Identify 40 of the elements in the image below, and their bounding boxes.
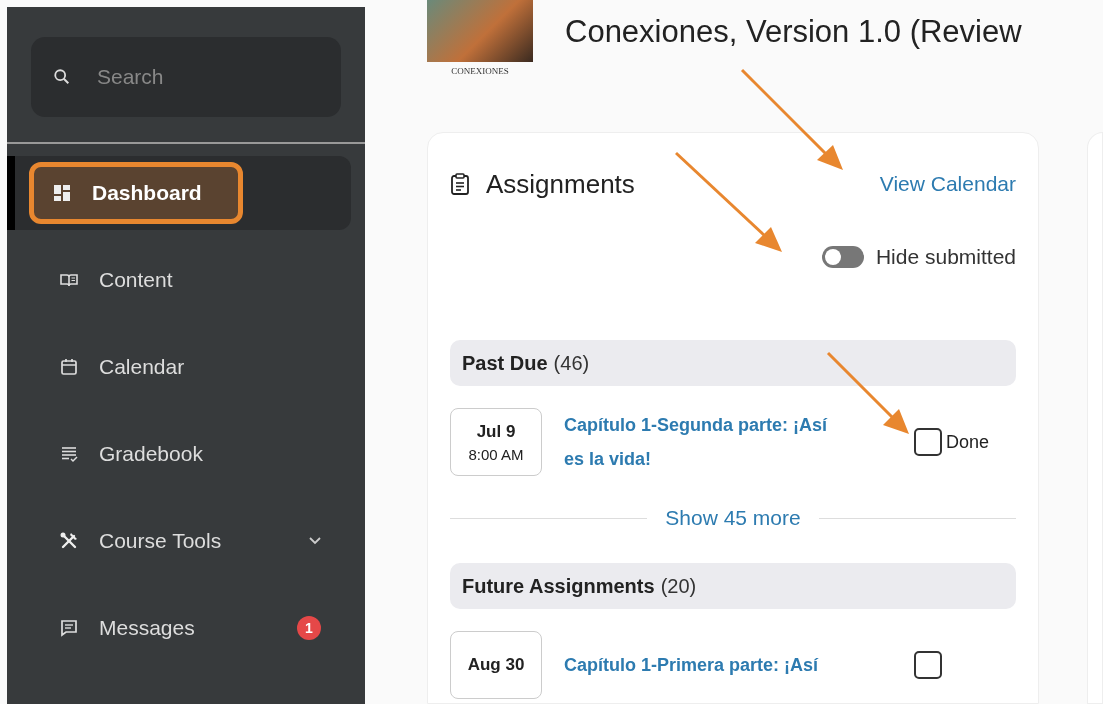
- card-title: Assignments: [486, 168, 635, 200]
- nav-label: Calendar: [99, 355, 185, 379]
- calendar-icon: [59, 357, 79, 377]
- nav-item[interactable]: Course Tools: [7, 504, 351, 578]
- nav-item[interactable]: Gradebook: [7, 417, 351, 491]
- search-icon: [53, 68, 71, 86]
- nav-item[interactable]: Messages 1: [7, 591, 351, 665]
- nav-label: Gradebook: [99, 442, 203, 466]
- due-day: Aug 30: [467, 655, 525, 675]
- done-checkbox[interactable]: [914, 651, 942, 679]
- nav-label: Dashboard: [92, 181, 202, 205]
- nav-item[interactable]: Content: [7, 243, 351, 317]
- done-label: Done: [946, 431, 990, 453]
- nav-label: Content: [99, 268, 173, 292]
- due-time: 8:00 AM: [468, 445, 524, 463]
- search-field[interactable]: Search: [95, 64, 299, 90]
- checklist-icon: [59, 444, 79, 464]
- group-count: (20): [660, 574, 697, 598]
- assignment-link[interactable]: Capítulo 1-Segunda parte: ¡Así es la vida!: [564, 408, 844, 476]
- show-more-link[interactable]: Show 45 more: [665, 506, 801, 530]
- view-calendar-link[interactable]: View Calendar: [879, 172, 1016, 196]
- group-count: (46): [553, 351, 590, 375]
- message-icon: [59, 618, 79, 638]
- assignment-link[interactable]: Capítulo 1-Primera parte: ¡Así: [564, 648, 844, 682]
- logo-caption: CONEXIONES: [451, 66, 509, 76]
- nav-label: Course Tools: [99, 529, 222, 553]
- dashboard-icon: [52, 183, 72, 203]
- clipboard-icon: [450, 173, 470, 195]
- group-name: Past Due: [462, 351, 548, 375]
- course-title: Conexiones, Version 1.0 (Review: [565, 14, 1022, 50]
- due-day: Jul 9: [476, 421, 516, 442]
- nav-label: Messages: [99, 616, 195, 640]
- done-checkbox[interactable]: [914, 428, 942, 456]
- group-name: Future Assignments: [462, 574, 655, 598]
- toggle-label: Hide submitted: [875, 245, 1016, 269]
- nav-item[interactable]: Dashboard: [7, 156, 351, 230]
- tools-icon: [59, 531, 79, 551]
- nav-item[interactable]: Calendar: [7, 330, 351, 404]
- notification-badge: 1: [297, 616, 321, 640]
- toggle-switch[interactable]: [821, 246, 864, 268]
